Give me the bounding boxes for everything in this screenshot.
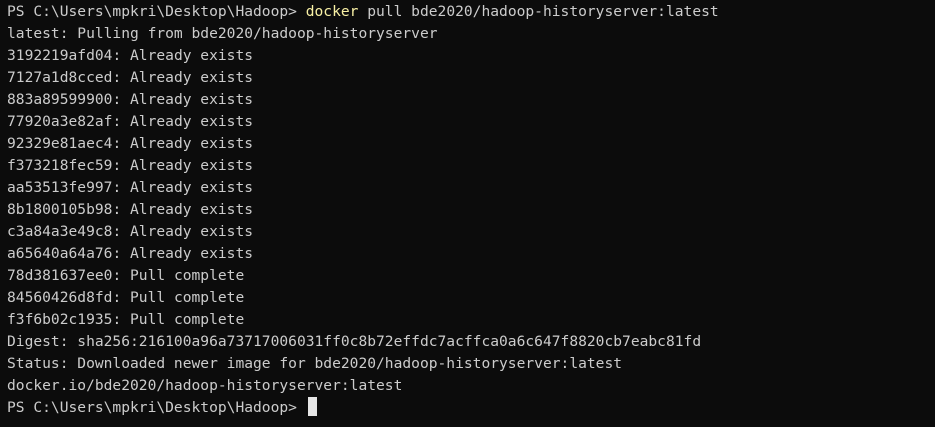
layer-line: 92329e81aec4: Already exists bbox=[7, 135, 254, 152]
command-args: pull bde2020/hadoop-historyserver:latest bbox=[358, 3, 719, 20]
layer-line: 8b1800105b98: Already exists bbox=[7, 201, 254, 218]
input-prompt-line[interactable]: PS C:\Users\mpkri\Desktop\Hadoop> bbox=[7, 397, 935, 419]
status-line: Status: Downloaded newer image for bde20… bbox=[7, 355, 623, 372]
layer-status: Already exists bbox=[130, 245, 254, 262]
layer-id: 883a89599900 bbox=[7, 91, 113, 108]
layer-id: f373218fec59 bbox=[7, 157, 113, 174]
layer-id: c3a84a3e49c8 bbox=[7, 223, 113, 240]
layer-status: Pull complete bbox=[130, 267, 245, 284]
layer-status: Already exists bbox=[130, 223, 254, 240]
layer-id: 77920a3e82af bbox=[7, 113, 113, 130]
layer-line: f373218fec59: Already exists bbox=[7, 157, 254, 174]
pulling-line: latest: Pulling from bde2020/hadoop-hist… bbox=[7, 25, 438, 42]
command-line: PS C:\Users\mpkri\Desktop\Hadoop> docker… bbox=[7, 1, 935, 23]
layer-line: 7127a1d8cced: Already exists bbox=[7, 69, 254, 86]
layer-id: a65640a64a76 bbox=[7, 245, 113, 262]
terminal-window[interactable]: PS C:\Users\mpkri\Desktop\Hadoop> docker… bbox=[0, 0, 935, 427]
layer-line: c3a84a3e49c8: Already exists bbox=[7, 223, 254, 240]
layer-id: 7127a1d8cced bbox=[7, 69, 113, 86]
layer-id: 8b1800105b98 bbox=[7, 201, 113, 218]
layer-line: 77920a3e82af: Already exists bbox=[7, 113, 254, 130]
digest-line: Digest: sha256:216100a96a73717006031ff0c… bbox=[7, 333, 702, 350]
layer-line: f3f6b02c1935: Pull complete bbox=[7, 311, 245, 328]
prompt: PS C:\Users\mpkri\Desktop\Hadoop> bbox=[7, 399, 306, 416]
layer-id: 84560426d8fd bbox=[7, 289, 113, 306]
layer-status: Already exists bbox=[130, 201, 254, 218]
layer-status: Already exists bbox=[130, 113, 254, 130]
command-name: docker bbox=[305, 3, 359, 20]
image-reference-line: docker.io/bde2020/hadoop-historyserver:l… bbox=[7, 377, 403, 394]
layer-status: Already exists bbox=[130, 157, 254, 174]
layer-id: 78d381637ee0 bbox=[7, 267, 113, 284]
layer-status: Already exists bbox=[130, 69, 254, 86]
layer-line: 3192219afd04: Already exists bbox=[7, 47, 254, 64]
layer-status: Already exists bbox=[130, 47, 254, 64]
layer-id: f3f6b02c1935 bbox=[7, 311, 113, 328]
layer-id: 92329e81aec4 bbox=[7, 135, 113, 152]
layer-line: a65640a64a76: Already exists bbox=[7, 245, 254, 262]
layer-status: Pull complete bbox=[130, 289, 245, 306]
layer-status: Already exists bbox=[130, 135, 254, 152]
layer-id: 3192219afd04 bbox=[7, 47, 113, 64]
layer-id: aa53513fe997 bbox=[7, 179, 113, 196]
text-cursor[interactable] bbox=[307, 397, 317, 416]
layer-line: aa53513fe997: Already exists bbox=[7, 179, 254, 196]
prompt: PS C:\Users\mpkri\Desktop\Hadoop> bbox=[7, 3, 306, 20]
layer-line: 84560426d8fd: Pull complete bbox=[7, 289, 245, 306]
layer-line: 883a89599900: Already exists bbox=[7, 91, 254, 108]
layer-status: Pull complete bbox=[130, 311, 245, 328]
layer-status: Already exists bbox=[130, 179, 254, 196]
layer-line: 78d381637ee0: Pull complete bbox=[7, 267, 245, 284]
layer-status: Already exists bbox=[130, 91, 254, 108]
